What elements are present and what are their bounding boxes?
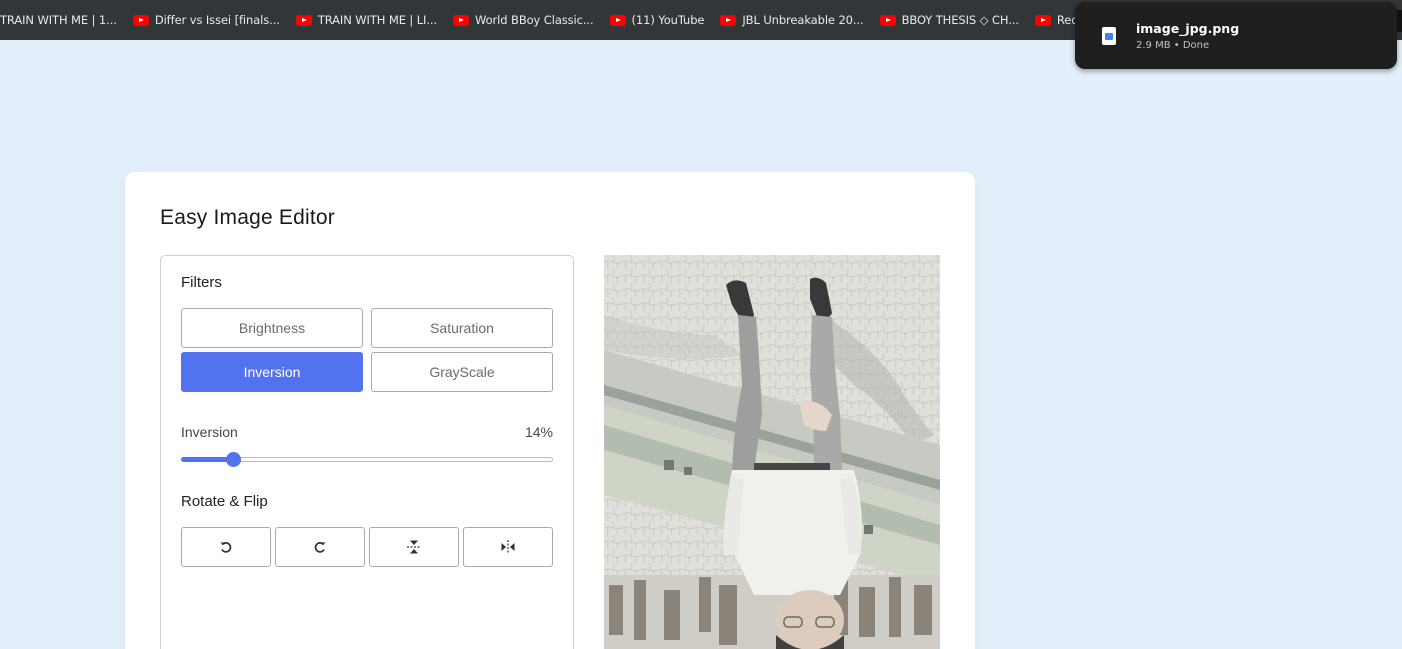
grayscale-button[interactable]: GrayScale [371,352,553,392]
saturation-button[interactable]: Saturation [371,308,553,348]
editor-card: Easy Image Editor Filters Brightness Sat… [125,172,975,649]
bookmark-world-bboy-classic[interactable]: World BBoy Classic... [445,0,602,40]
flip-vertical-icon [407,540,421,554]
download-popup[interactable]: image_jpg.png 2.9 MB • Done [1075,2,1397,69]
youtube-icon [609,14,626,26]
youtube-icon [720,14,737,26]
youtube-icon [879,14,896,26]
page-title: Easy Image Editor [160,206,335,229]
download-status: 2.9 MB • Done [1136,39,1210,51]
editor-panel: Filters Brightness Saturation Inversion … [160,255,574,649]
rotate-right-button[interactable] [275,527,365,567]
download-filename[interactable]: image_jpg.png [1136,21,1239,36]
youtube-icon [453,14,470,26]
window-edge [1397,10,1402,32]
bookmark-train-with-me-1[interactable]: TRAIN WITH ME | 1... [0,0,125,40]
flip-vertical-button[interactable] [369,527,459,567]
filter-slider-thumb[interactable] [225,452,241,467]
inversion-button[interactable]: Inversion [181,352,363,392]
slider-value: 14% [524,424,553,440]
slider-name: Inversion [181,424,238,440]
image-file-icon [1102,26,1116,45]
bookmark-train-with-me-live[interactable]: TRAIN WITH ME | LI... [288,0,445,40]
flip-horizontal-icon [501,540,515,554]
brightness-button[interactable]: Brightness [181,308,363,348]
youtube-icon [295,14,312,26]
flip-horizontal-button[interactable] [463,527,553,567]
bookmark-youtube[interactable]: (11) YouTube [602,0,713,40]
rotate-left-button[interactable] [181,527,271,567]
bookmark-jbl-unbreakable[interactable]: JBL Unbreakable 20... [712,0,871,40]
preview-photo [604,255,940,649]
filters-heading: Filters [181,274,222,291]
bookmark-bboy-thesis[interactable]: BBOY THESIS ◇ CH... [872,0,1027,40]
bookmark-differ-vs-issei[interactable]: Differ vs Issei [finals... [125,0,288,40]
youtube-icon [1034,14,1051,26]
youtube-icon [132,14,149,26]
rotate-flip-heading: Rotate & Flip [181,493,268,510]
image-preview [604,255,940,649]
rotate-left-icon [220,542,232,553]
rotate-right-icon [314,542,326,553]
